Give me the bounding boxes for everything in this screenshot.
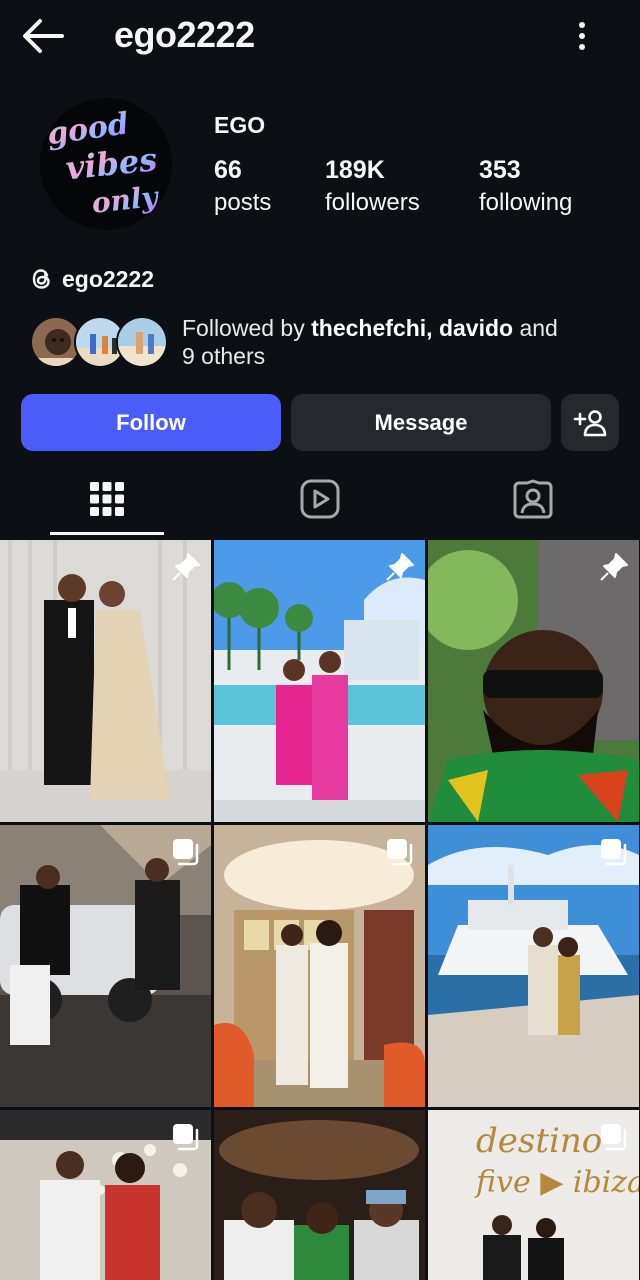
pin-icon bbox=[386, 553, 414, 581]
pin-icon bbox=[172, 553, 200, 581]
post-thumbnail[interactable] bbox=[0, 1110, 211, 1280]
good-vibes-only-logo: good vibes only bbox=[40, 98, 172, 230]
followers-label: followers bbox=[325, 189, 420, 216]
active-tab-indicator bbox=[50, 532, 164, 535]
post-thumbnail[interactable] bbox=[428, 540, 639, 822]
followers-stat[interactable]: 189K followers bbox=[325, 156, 420, 217]
threads-link[interactable]: ego2222 bbox=[30, 264, 154, 294]
back-button[interactable] bbox=[18, 14, 68, 58]
reels-icon bbox=[300, 479, 340, 519]
profile-username: ego2222 bbox=[114, 14, 255, 55]
profile-tabs bbox=[0, 462, 640, 536]
mutual-followers-avatars[interactable] bbox=[30, 316, 168, 370]
post-thumbnail[interactable] bbox=[0, 825, 211, 1107]
suggest-people-button[interactable] bbox=[561, 394, 619, 451]
tagged-user-icon bbox=[513, 479, 553, 519]
tab-posts-grid[interactable] bbox=[50, 462, 164, 536]
display-name: EGO bbox=[214, 112, 266, 138]
followed-by-text[interactable]: Followed by thechefchi, davido and 9 othe… bbox=[182, 314, 612, 370]
profile-avatar[interactable]: good vibes only bbox=[40, 98, 172, 230]
image-sign-text: destino bbox=[476, 1121, 602, 1161]
post-thumbnail[interactable] bbox=[214, 825, 425, 1107]
message-button[interactable]: Message bbox=[291, 394, 551, 451]
threads-icon bbox=[32, 269, 50, 289]
posts-label: posts bbox=[214, 189, 272, 216]
followers-count: 189K bbox=[325, 156, 385, 184]
post-thumbnail[interactable] bbox=[214, 540, 425, 822]
post-thumbnail[interactable] bbox=[428, 825, 639, 1107]
posts-count: 66 bbox=[214, 156, 242, 184]
following-count: 353 bbox=[479, 156, 521, 184]
carousel-icon bbox=[387, 839, 413, 866]
follow-button[interactable]: Follow bbox=[21, 394, 281, 451]
grid-icon bbox=[90, 482, 124, 516]
carousel-icon bbox=[601, 839, 627, 866]
carousel-icon bbox=[601, 1124, 627, 1151]
more-vertical-icon bbox=[579, 22, 585, 50]
avatar bbox=[116, 316, 168, 368]
post-thumbnail[interactable]: destino five ▶ ibiza bbox=[428, 1110, 639, 1280]
carousel-icon bbox=[173, 839, 199, 866]
more-options-button[interactable] bbox=[564, 18, 600, 54]
carousel-icon bbox=[173, 1124, 199, 1151]
post-thumbnail[interactable] bbox=[214, 1110, 425, 1280]
tab-reels[interactable] bbox=[263, 462, 377, 536]
posts-stat[interactable]: 66 posts bbox=[214, 156, 271, 217]
tab-tagged[interactable] bbox=[476, 462, 590, 536]
svg-text:only: only bbox=[90, 180, 161, 220]
svg-text:five ▶ ibiza: five ▶ ibiza bbox=[474, 1165, 639, 1200]
following-stat[interactable]: 353 following bbox=[479, 156, 572, 217]
arrow-left-icon bbox=[23, 19, 64, 53]
add-person-icon bbox=[573, 409, 607, 436]
post-thumbnail[interactable] bbox=[0, 540, 211, 822]
mutual-user-link[interactable]: davido bbox=[439, 315, 513, 341]
pin-icon bbox=[600, 553, 628, 581]
top-bar: ego2222 bbox=[0, 0, 640, 80]
threads-handle: ego2222 bbox=[62, 265, 155, 292]
following-label: following bbox=[479, 189, 573, 216]
mutual-user-link[interactable]: thechefchi bbox=[311, 315, 426, 341]
